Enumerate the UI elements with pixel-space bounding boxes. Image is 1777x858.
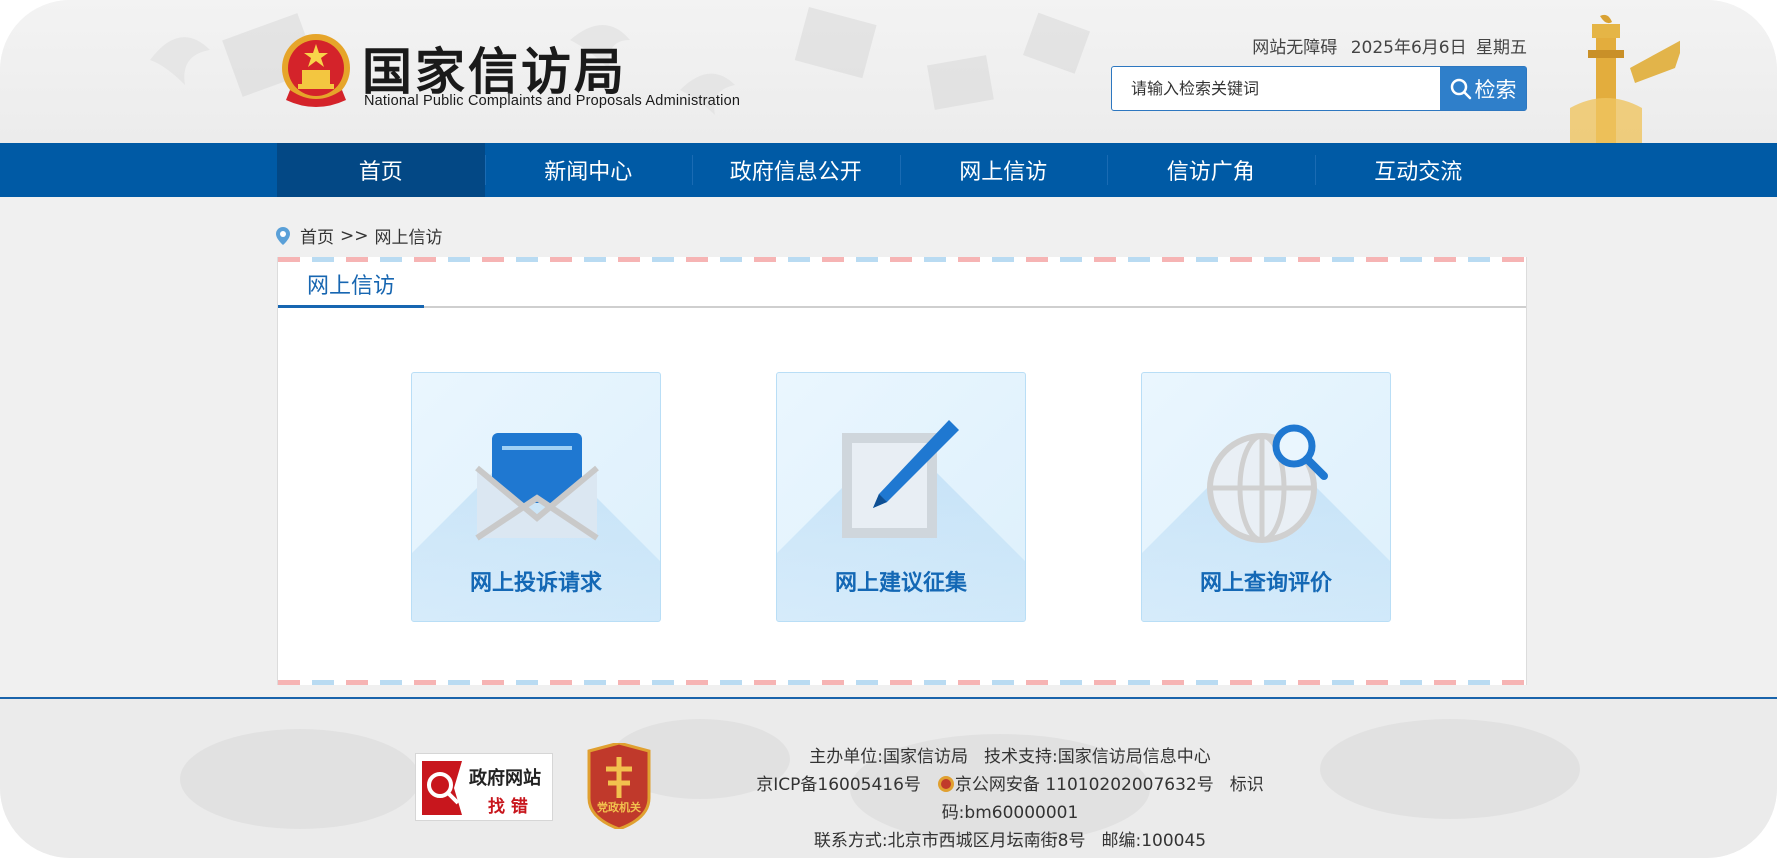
breadcrumb: 首页 >> 网上信访 [276, 223, 443, 248]
party-gov-org-badge[interactable]: 党政机关 [584, 741, 654, 831]
card-online-query[interactable]: 网上查询评价 [1141, 372, 1391, 622]
badge-line-2: 找 错 [488, 797, 528, 817]
breadcrumb-current: 网上信访 [374, 228, 443, 248]
site-footer: 政府网站 找 错 党政机关 主办单位:国家信访局 技术支持:国家信访局信息中心 京… [0, 697, 1777, 858]
badge2-label: 党政机关 [597, 801, 641, 814]
icp-record[interactable]: 京ICP备16005416号 [756, 775, 921, 795]
police-record[interactable]: 京公网安备 11010202007632号 [955, 775, 1214, 795]
footer-line-2: 京ICP备16005416号 京公网安备 11010202007632号 标识码:b… [756, 775, 1264, 823]
airmail-stripe-bottom [278, 680, 1526, 685]
id-code: bm60000001 [964, 803, 1079, 823]
nav-item-gov-info[interactable]: 政府信息公开 [692, 143, 900, 197]
footer-info: 主办单位:国家信访局 技术支持:国家信访局信息中心 京ICP备16005416号 京… [700, 743, 1320, 855]
search-icon [1450, 78, 1471, 99]
page-frame: 国家信访局 National Public Complaints and Pro… [0, 0, 1777, 858]
current-date: 2025年6月6日 [1350, 38, 1467, 58]
badge-line-1: 政府网站 [469, 768, 541, 789]
breadcrumb-home[interactable]: 首页 [300, 223, 334, 248]
nav-item-petition-perspective[interactable]: 信访广角 [1107, 143, 1315, 197]
envelope-icon [475, 433, 599, 541]
current-weekday: 星期五 [1476, 38, 1527, 58]
card-label: 网上建议征集 [834, 571, 967, 596]
nav-item-news[interactable]: 新闻中心 [484, 143, 693, 197]
footer-line-3: 联系方式:北京市西城区月坛南街8号 邮编:100045 [813, 831, 1207, 851]
location-pin-icon [276, 226, 290, 245]
nav-item-home[interactable]: 首页 [277, 143, 485, 197]
search-box: 检索 [1111, 66, 1527, 111]
card-online-suggestion[interactable]: 网上建议征集 [776, 372, 1026, 622]
search-button-label: 检索 [1474, 77, 1517, 102]
sponsor: 国家信访局 [883, 747, 968, 767]
main-nav: 首页 新闻中心 政府信息公开 网上信访 信访广角 互动交流 [0, 143, 1777, 197]
breadcrumb-separator: >> [340, 225, 369, 246]
panel-title: 网上信访 [278, 262, 424, 308]
site-title-en: National Public Complaints and Proposals… [364, 93, 741, 109]
footer-line-1: 主办单位:国家信访局 技术支持:国家信访局信息中心 [809, 747, 1211, 767]
top-info: 网站无障碍 2025年6月6日 星期五 [1252, 33, 1527, 58]
party-gov-emblem-icon [587, 741, 651, 831]
magnifier-flag-icon [422, 761, 462, 815]
nav-items: 首页 新闻中心 政府信息公开 网上信访 信访广角 互动交流 [277, 143, 1522, 197]
accessibility-link[interactable]: 网站无障碍 [1252, 38, 1337, 58]
card-online-complaint[interactable]: 网上投诉请求 [411, 372, 661, 622]
content-panel: 网上信访 网上投诉请求 网上建议征集 网上查询评价 [277, 257, 1527, 685]
tech-support: 国家信访局信息中心 [1057, 747, 1211, 767]
address: 北京市西城区月坛南街8号 [887, 831, 1086, 851]
postcode: 100045 [1141, 831, 1207, 851]
search-button[interactable]: 检索 [1440, 67, 1526, 110]
panel-header: 网上信访 [278, 262, 1526, 308]
globe-search-icon [1207, 424, 1328, 543]
nav-item-interaction[interactable]: 互动交流 [1314, 143, 1523, 197]
police-badge-icon [937, 776, 954, 792]
card-label: 网上投诉请求 [469, 571, 602, 596]
huabiao-pillar-decoration [1570, 14, 1680, 143]
nav-item-online-petition[interactable]: 网上信访 [899, 143, 1108, 197]
pen-note-icon [842, 420, 959, 538]
site-header: 国家信访局 National Public Complaints and Pro… [0, 0, 1777, 143]
search-input[interactable] [1112, 67, 1440, 110]
gov-site-error-report-badge[interactable]: 政府网站 找 错 [415, 753, 553, 821]
card-label: 网上查询评价 [1199, 571, 1332, 596]
national-emblem-logo [282, 34, 350, 107]
